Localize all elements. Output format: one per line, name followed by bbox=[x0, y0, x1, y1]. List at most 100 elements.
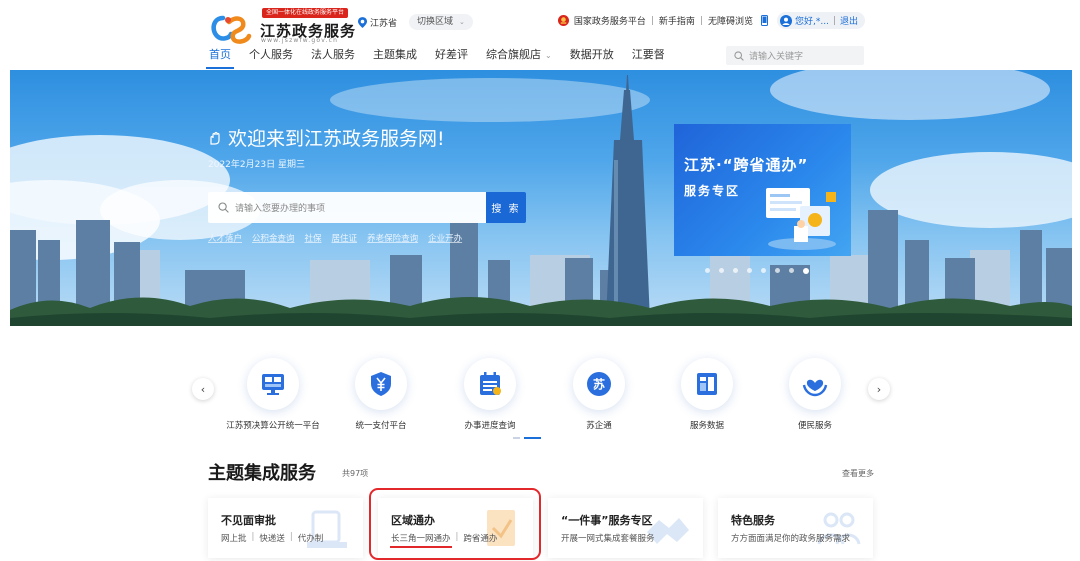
user-avatar-icon bbox=[779, 14, 792, 27]
service-icon-circle bbox=[355, 358, 407, 410]
carousel-dot[interactable] bbox=[789, 268, 794, 273]
nav-item-open-data[interactable]: 数据开放 bbox=[570, 47, 614, 69]
divider: | bbox=[289, 532, 293, 542]
service-label: 统一支付平台 bbox=[355, 421, 407, 431]
card-link[interactable]: 方方面面满足你的政务服务需求 bbox=[731, 532, 850, 544]
divider: | bbox=[251, 532, 255, 542]
nav-item-flagship[interactable]: 综合旗舰店 ⌄ bbox=[486, 47, 552, 69]
nav-label: 数据开放 bbox=[569, 48, 614, 61]
logout-link[interactable]: 退出 bbox=[840, 14, 858, 27]
switch-region-button[interactable]: 切换区域 ⌄ bbox=[409, 14, 473, 30]
site-logo[interactable]: 全国一体化在线政务服务平台 江苏政务服务 www.jszwfw.gov.cn bbox=[209, 6, 355, 44]
header-search-placeholder: 请输入关键字 bbox=[749, 52, 804, 62]
nav-item-personal[interactable]: 个人服务 bbox=[249, 47, 293, 69]
view-more-link[interactable]: 查看更多 bbox=[842, 468, 874, 479]
carousel-dot[interactable] bbox=[761, 268, 766, 273]
theme-card-one-thing-zone[interactable]: “一件事”服务专区 开展一网式集成套餐服务 bbox=[548, 498, 703, 558]
carousel-dot[interactable] bbox=[775, 268, 780, 273]
nav-item-home[interactable]: 首页 bbox=[206, 47, 234, 69]
pager-dot[interactable] bbox=[513, 437, 520, 439]
carousel-dot[interactable] bbox=[747, 268, 752, 273]
welcome-heading: 欢迎来到江苏政务服务网! bbox=[208, 124, 445, 151]
hot-word-link[interactable]: 居住证 bbox=[332, 232, 358, 244]
banner-search-input[interactable]: 请输入您要办理的事项 bbox=[208, 192, 486, 223]
switch-region-label: 切换区域 bbox=[417, 17, 454, 27]
service-su-qi-tong[interactable]: 苏 苏企通 bbox=[544, 358, 654, 431]
service-unified-payment[interactable]: 统一支付平台 bbox=[326, 358, 436, 431]
nav-label: 综合旗舰店 bbox=[486, 48, 541, 61]
nav-item-theme[interactable]: 主题集成 bbox=[373, 47, 417, 69]
region-selector: 江苏省 切换区域 ⌄ bbox=[358, 14, 473, 30]
theme-card-no-meeting-approval[interactable]: 不见面审批 网上批 | 快递送 | 代办制 bbox=[208, 498, 363, 558]
svg-text:苏: 苏 bbox=[593, 377, 605, 392]
screen-icon bbox=[262, 374, 284, 395]
service-label: 服务数据 bbox=[689, 421, 724, 431]
accessibility-link[interactable]: 无障碍浏览 bbox=[708, 14, 753, 27]
section-title: 主题集成服务 bbox=[208, 463, 316, 484]
banner-search-placeholder: 请输入您要办理的事项 bbox=[235, 204, 326, 214]
national-platform-link[interactable]: 国家政务服务平台 bbox=[574, 14, 646, 27]
data-panel-icon bbox=[697, 373, 717, 395]
hot-word-link[interactable]: 公积金查询 bbox=[252, 232, 295, 244]
prev-arrow-button[interactable]: ‹ bbox=[192, 378, 214, 400]
service-pager bbox=[513, 437, 545, 439]
annotation-highlight-box bbox=[369, 488, 541, 560]
nav-label: 主题集成 bbox=[373, 48, 417, 61]
next-arrow-button[interactable]: › bbox=[868, 378, 890, 400]
service-budget-disclosure[interactable]: 江苏预决算公开统一平台 bbox=[218, 358, 328, 431]
banner-search-button[interactable]: 搜 索 bbox=[486, 192, 526, 223]
card-link[interactable]: 快递送 bbox=[259, 532, 285, 544]
service-icon-circle bbox=[681, 358, 733, 410]
theme-card-featured-services[interactable]: 特色服务 方方面面满足你的政务服务需求 bbox=[718, 498, 873, 558]
pager-dot-active[interactable] bbox=[524, 437, 541, 439]
top-links: 国家政务服务平台 | 新手指南 | 无障碍浏览 您好,*... | 退出 bbox=[557, 12, 865, 29]
nav-item-legal-person[interactable]: 法人服务 bbox=[311, 47, 355, 69]
card-link[interactable]: 网上批 bbox=[221, 532, 247, 544]
divider: | bbox=[832, 15, 836, 26]
welcome-text: 欢迎来到江苏政务服务网! bbox=[228, 128, 445, 150]
carousel-indicators bbox=[705, 268, 818, 274]
card-links: 方方面面满足你的政务服务需求 bbox=[731, 532, 850, 544]
nav-label: 法人服务 bbox=[311, 48, 355, 61]
service-icon-circle: 苏 bbox=[573, 358, 625, 410]
search-icon bbox=[734, 50, 744, 61]
user-menu[interactable]: 您好,*... | 退出 bbox=[776, 12, 865, 29]
cross-province-promo-card[interactable]: 江苏·“跨省通办” 服务专区 bbox=[674, 124, 851, 256]
carousel-dot[interactable] bbox=[705, 268, 710, 273]
yuan-shield-icon bbox=[371, 372, 391, 396]
user-greeting: 您好,*... bbox=[794, 17, 829, 27]
header-search-input[interactable]: 请输入关键字 bbox=[726, 46, 864, 65]
carousel-dot-active[interactable] bbox=[803, 268, 809, 274]
chevron-right-icon: › bbox=[876, 382, 882, 396]
card-link[interactable]: 代办制 bbox=[298, 532, 324, 544]
promo-subtitle: 服务专区 bbox=[684, 184, 741, 198]
hot-word-link[interactable]: 企业开办 bbox=[428, 232, 462, 244]
hot-word-link[interactable]: 社保 bbox=[305, 232, 322, 244]
card-link[interactable]: 开展一网式集成套餐服务 bbox=[561, 532, 655, 544]
people-decoration-icon bbox=[817, 512, 861, 545]
chevron-down-icon: ⌄ bbox=[545, 51, 552, 60]
hot-word-link[interactable]: 养老保险查询 bbox=[367, 232, 418, 244]
current-province[interactable]: 江苏省 bbox=[370, 16, 397, 29]
carousel-dot[interactable] bbox=[719, 268, 724, 273]
service-data[interactable]: 服务数据 bbox=[652, 358, 762, 431]
card-title: “一件事”服务专区 bbox=[561, 514, 653, 527]
logo-slogan: 全国一体化在线政务服务平台 bbox=[262, 8, 349, 18]
service-convenience[interactable]: 便民服务 bbox=[760, 358, 870, 431]
national-emblem-icon bbox=[557, 15, 569, 26]
nav-item-review[interactable]: 好差评 bbox=[435, 47, 468, 69]
hot-word-link[interactable]: 人才落户 bbox=[208, 232, 242, 244]
mobile-phone-icon[interactable] bbox=[760, 15, 768, 26]
nav-item-supervision[interactable]: 江要督 bbox=[632, 47, 665, 69]
card-title: 不见面审批 bbox=[221, 514, 276, 527]
carousel-dot[interactable] bbox=[733, 268, 738, 273]
heart-hands-icon bbox=[802, 379, 828, 397]
service-progress-query[interactable]: 办事进度查询 bbox=[435, 358, 545, 431]
guide-link[interactable]: 新手指南 bbox=[659, 14, 695, 27]
main-nav: 首页 个人服务 法人服务 主题集成 好差评 综合旗舰店 ⌄ 数据开放 江要督 bbox=[206, 47, 683, 69]
logo-url: www.jszwfw.gov.cn bbox=[261, 37, 339, 44]
stamp-decoration-icon bbox=[307, 510, 347, 548]
promo-illustration-icon bbox=[766, 188, 836, 250]
card-links: 开展一网式集成套餐服务 bbox=[561, 532, 655, 544]
nav-label: 首页 bbox=[209, 48, 231, 61]
